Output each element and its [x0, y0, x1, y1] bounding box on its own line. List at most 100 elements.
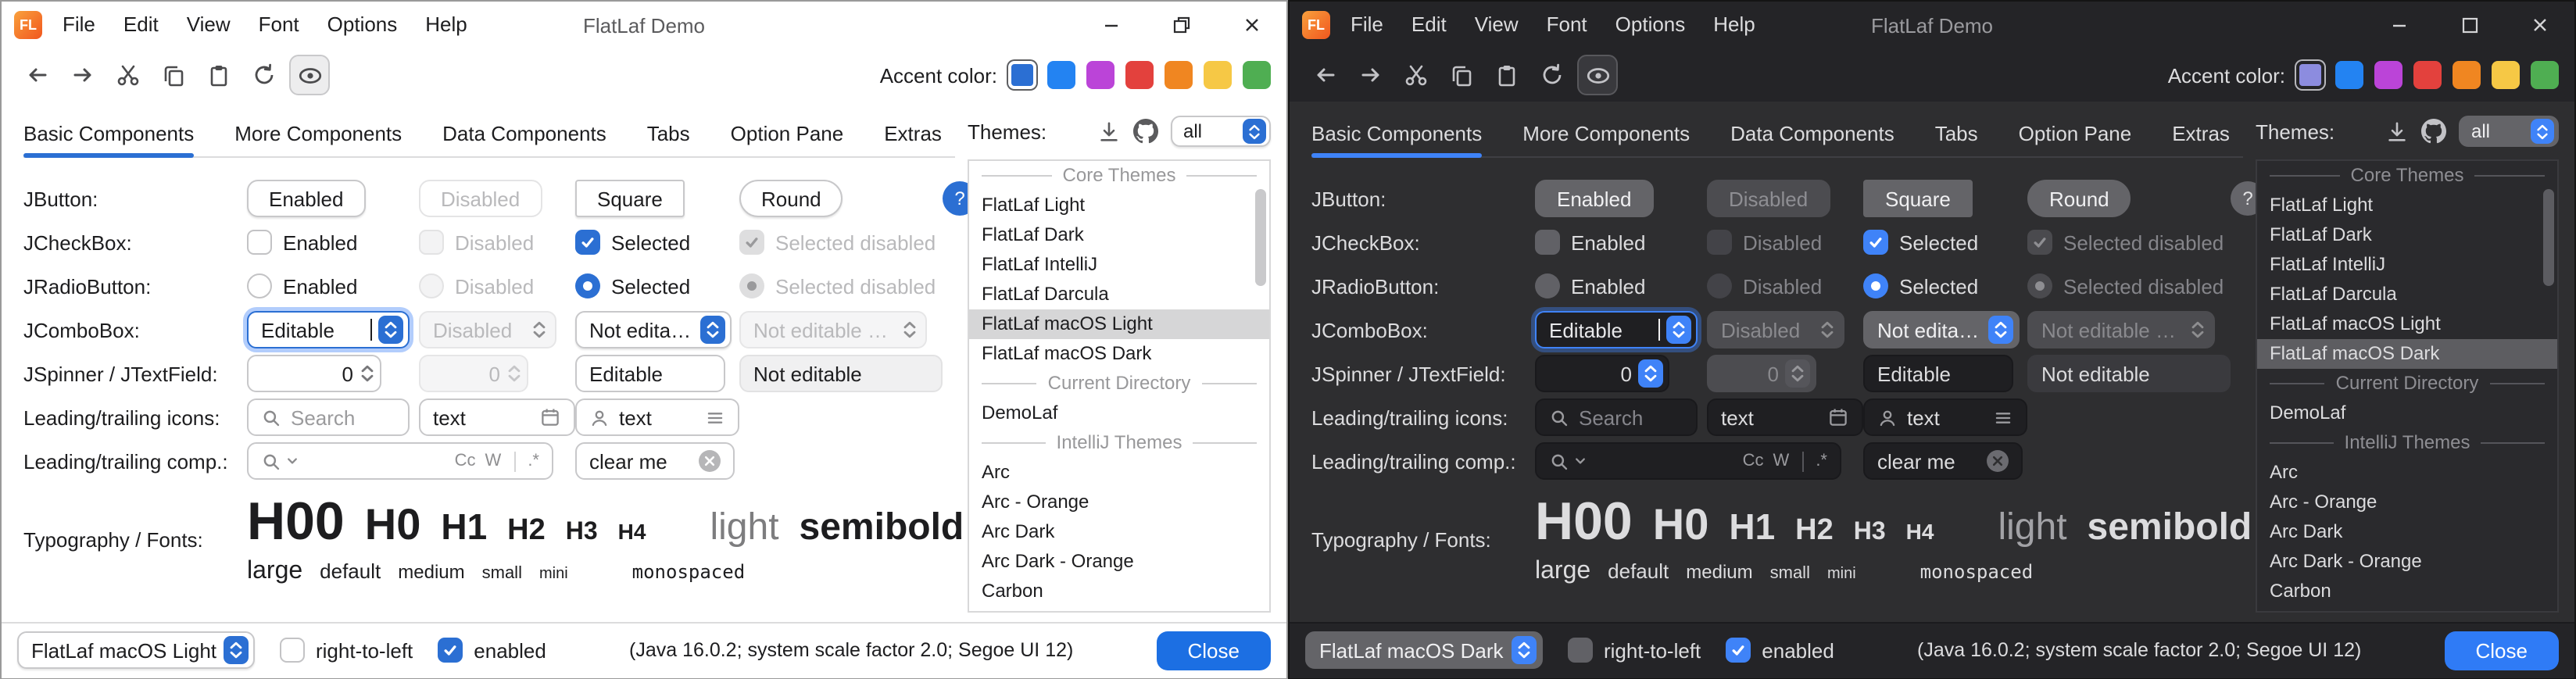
cut-button[interactable]	[108, 55, 148, 95]
forward-button[interactable]	[63, 55, 103, 95]
date-field[interactable]: text	[1707, 398, 1863, 436]
theme-item[interactable]: Cobalt 2	[969, 606, 1269, 613]
theme-item[interactable]: Arc Dark	[969, 517, 1269, 547]
combobox-arrow-button[interactable]	[1666, 316, 1691, 344]
menu-font[interactable]: Font	[245, 2, 313, 48]
radio-selected[interactable]: Selected	[575, 273, 690, 298]
user-field[interactable]: text	[1863, 398, 2027, 436]
spinner-arrows-icon[interactable]	[1638, 359, 1663, 388]
theme-item[interactable]: FlatLaf Dark	[2257, 220, 2557, 250]
tab-option-pane[interactable]: Option Pane	[2019, 111, 2132, 156]
search-field[interactable]: Search	[1535, 398, 1698, 436]
accent-swatch-purple[interactable]	[1086, 61, 1114, 89]
forward-button[interactable]	[1351, 55, 1391, 95]
theme-item[interactable]: FlatLaf Darcula	[969, 280, 1269, 309]
theme-item[interactable]: FlatLaf Darcula	[2257, 280, 2557, 309]
search-field[interactable]: Search	[247, 398, 410, 436]
menu-view[interactable]: View	[173, 2, 245, 48]
menu-icon[interactable]	[705, 407, 725, 427]
menu-edit[interactable]: Edit	[1397, 2, 1461, 48]
tab-basic-components[interactable]: Basic Components	[1311, 111, 1482, 156]
checkbox-enabled[interactable]: Enabled	[1535, 230, 1645, 255]
search-field-with-options[interactable]: Cc W .*	[1535, 442, 1841, 480]
checkbox-selected[interactable]: Selected	[1863, 230, 1978, 255]
scrollbar-thumb[interactable]	[1255, 189, 1266, 286]
show-details-toggle[interactable]	[289, 55, 330, 95]
enabled-button[interactable]: Enabled	[247, 180, 365, 217]
close-window-button[interactable]	[1216, 2, 1286, 48]
accent-swatch-yellow[interactable]	[1204, 61, 1232, 89]
close-window-button[interactable]	[2504, 2, 2574, 48]
enabled-checkbox[interactable]: enabled	[1726, 638, 1834, 663]
editable-combobox[interactable]: Editable	[247, 311, 410, 348]
cut-button[interactable]	[1396, 55, 1436, 95]
combobox-arrow-button[interactable]	[378, 316, 403, 344]
whole-words-button[interactable]: W	[1773, 452, 1790, 470]
github-icon[interactable]	[1133, 119, 1158, 144]
github-icon[interactable]	[2421, 119, 2446, 144]
match-case-button[interactable]: Cc	[455, 452, 476, 470]
not-editable-combobox[interactable]: Not editable	[1863, 311, 2020, 348]
paste-button[interactable]	[1487, 55, 1527, 95]
tab-more-components[interactable]: More Components	[234, 111, 402, 156]
menu-file[interactable]: File	[1336, 2, 1397, 48]
tab-basic-components[interactable]: Basic Components	[23, 111, 194, 156]
theme-item-selected[interactable]: FlatLaf macOS Light	[969, 309, 1269, 339]
theme-item[interactable]: FlatLaf IntelliJ	[969, 250, 1269, 280]
accent-swatch-blue[interactable]	[2335, 61, 2363, 89]
accent-swatch-default[interactable]	[1008, 61, 1036, 89]
accent-swatch-red[interactable]	[1125, 61, 1154, 89]
calendar-icon[interactable]	[1827, 406, 1849, 428]
radio-selected[interactable]: Selected	[1863, 273, 1978, 298]
theme-item[interactable]: Arc Dark - Orange	[969, 547, 1269, 577]
date-field[interactable]: text	[419, 398, 575, 436]
theme-item[interactable]: FlatLaf Light	[969, 191, 1269, 220]
regex-button[interactable]: .*	[1816, 452, 1827, 470]
regex-button[interactable]: .*	[528, 452, 539, 470]
combobox-arrow-button[interactable]	[700, 316, 725, 344]
close-button[interactable]: Close	[1157, 631, 1272, 670]
download-icon[interactable]	[2385, 120, 2409, 143]
menu-font[interactable]: Font	[1533, 2, 1601, 48]
tab-tabs[interactable]: Tabs	[1935, 111, 1978, 156]
editable-textfield[interactable]: Editable	[575, 355, 725, 392]
refresh-button[interactable]	[1532, 55, 1572, 95]
radio-enabled[interactable]: Enabled	[247, 273, 357, 298]
refresh-button[interactable]	[244, 55, 284, 95]
back-button[interactable]	[17, 55, 58, 95]
laf-combobox[interactable]: FlatLaf macOS Dark	[1305, 631, 1543, 669]
accent-swatch-orange[interactable]	[2453, 61, 2481, 89]
right-to-left-checkbox[interactable]: right-to-left	[1568, 638, 1701, 663]
themes-filter-combobox[interactable]: all	[1171, 116, 1271, 147]
menu-options[interactable]: Options	[1601, 2, 1700, 48]
accent-swatch-yellow[interactable]	[2492, 61, 2520, 89]
square-button[interactable]: Square	[575, 180, 685, 217]
accent-swatch-orange[interactable]	[1165, 61, 1193, 89]
theme-item[interactable]: DemoLaf	[2257, 398, 2557, 428]
themes-filter-combobox[interactable]: all	[2459, 116, 2559, 147]
theme-item[interactable]: Arc - Orange	[969, 488, 1269, 517]
radio-enabled[interactable]: Enabled	[1535, 273, 1645, 298]
theme-item[interactable]: Arc	[2257, 458, 2557, 488]
tab-option-pane[interactable]: Option Pane	[731, 111, 844, 156]
menu-help[interactable]: Help	[1699, 2, 1769, 48]
spinner[interactable]: 0	[1535, 355, 1669, 392]
tab-data-components[interactable]: Data Components	[442, 111, 606, 156]
clear-icon[interactable]	[699, 450, 721, 472]
menu-file[interactable]: File	[48, 2, 109, 48]
enabled-checkbox[interactable]: enabled	[438, 638, 546, 663]
combobox-arrow-button[interactable]	[1988, 316, 2013, 344]
editable-textfield[interactable]: Editable	[1863, 355, 2013, 392]
copy-button[interactable]	[153, 55, 194, 95]
theme-item-selected[interactable]: FlatLaf macOS Dark	[2257, 339, 2557, 369]
combobox-arrow-button[interactable]	[2531, 119, 2554, 144]
clearable-field[interactable]: clear me	[575, 442, 735, 480]
theme-item[interactable]: Arc	[969, 458, 1269, 488]
spinner[interactable]: 0	[247, 355, 381, 392]
checkbox-enabled[interactable]: Enabled	[247, 230, 357, 255]
theme-item[interactable]: Carbon	[2257, 577, 2557, 606]
theme-item[interactable]: FlatLaf macOS Dark	[969, 339, 1269, 369]
editable-combobox[interactable]: Editable	[1535, 311, 1698, 348]
menu-view[interactable]: View	[1461, 2, 1533, 48]
combobox-arrow-button[interactable]	[1243, 119, 1266, 144]
